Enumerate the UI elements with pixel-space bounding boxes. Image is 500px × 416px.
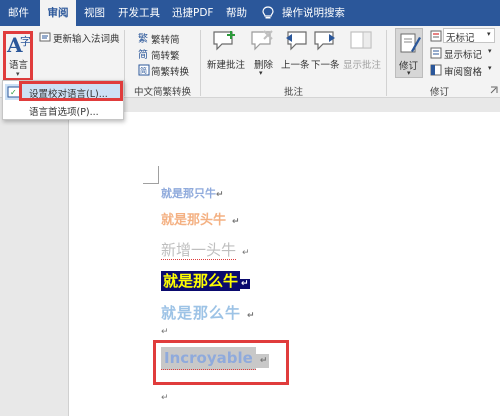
page-margin-mark (143, 166, 159, 184)
menu-item-label: 语言首选项(P)... (29, 107, 99, 118)
line-text: 就是那么牛 (161, 304, 242, 322)
delete-comment-icon (250, 29, 274, 56)
show-comments-button[interactable]: 显示批注 (343, 57, 381, 71)
to-simplified-button[interactable]: 繁转简 (151, 32, 180, 46)
language-button[interactable] (3, 31, 33, 81)
tell-me-search[interactable]: 操作说明搜索 (282, 0, 345, 26)
new-comment-icon (212, 29, 238, 56)
group-title-comments: 批注 (284, 87, 304, 98)
language-dropdown-menu: ✓ 设置校对语言(L)... 语言首选项(P)... (2, 80, 124, 120)
svg-text:繁: 繁 (138, 32, 148, 44)
delete-comment-button[interactable]: 删除 (254, 57, 273, 71)
document-line-4[interactable]: 就是那么牛 ↵ (161, 270, 250, 291)
update-ime-dictionary-button[interactable]: 更新输入法词典 (53, 31, 120, 45)
highlight-box-incroyable (153, 340, 289, 385)
dictionary-update-icon (39, 31, 51, 43)
tab-help[interactable]: 帮助 (226, 0, 247, 26)
chevron-down-icon: ▾ (407, 69, 411, 77)
menu-item-language-preferences[interactable]: 语言首选项(P)... (5, 102, 121, 118)
document-line-5[interactable]: 就是那么牛 ↵ (161, 302, 256, 323)
traditional-to-simplified-icon: 繁 (138, 32, 150, 47)
reviewing-pane-icon (430, 64, 442, 79)
document-line-1[interactable]: 就是那只牛↵ (161, 185, 224, 201)
chinese-conversion-button[interactable]: 简繁转换 (151, 64, 189, 78)
markup-display-select[interactable]: 无标记 ▾ (443, 28, 495, 44)
next-comment-icon (313, 29, 337, 56)
markup-display-value: 无标记 (446, 33, 475, 44)
previous-comment-button[interactable]: 上一条 (281, 57, 310, 71)
dialog-launcher-icon[interactable] (490, 86, 498, 97)
highlight-box-proofing-language (19, 81, 123, 101)
group-separator (200, 30, 201, 96)
group-separator (386, 30, 387, 96)
line-text: 就是那只牛 (161, 187, 216, 200)
empty-paragraph-mark: ↵ (161, 393, 169, 403)
track-changes-button[interactable]: 修订 ▾ (395, 28, 423, 78)
empty-paragraph-mark: ↵ (161, 327, 169, 337)
chevron-down-icon: ▾ (488, 64, 492, 72)
chevron-down-icon: ▾ (259, 69, 263, 77)
chevron-down-icon: ▾ (487, 30, 491, 38)
show-markup-button[interactable]: 显示标记 (444, 47, 482, 61)
tab-developer[interactable]: 开发工具 (118, 0, 160, 26)
paragraph-mark: ↵ (240, 279, 250, 289)
document-page[interactable]: 就是那只牛↵ 就是那头牛 ↵ 新增一头牛 ↵ 就是那么牛 ↵ 就是那么牛 ↵ ↵ Inc… (68, 112, 500, 416)
paragraph-mark: ↵ (232, 217, 240, 227)
group-separator (124, 30, 125, 96)
lightbulb-icon (262, 0, 276, 26)
paragraph-mark: ↵ (216, 190, 224, 200)
paragraph-mark: ↵ (242, 248, 250, 258)
previous-comment-icon (284, 29, 308, 56)
group-title-tracking: 修订 (430, 87, 450, 98)
svg-text:✓: ✓ (10, 88, 17, 97)
tab-mailings[interactable]: 邮件 (8, 0, 29, 26)
simplified-to-traditional-icon: 简 (138, 48, 150, 63)
markup-display-icon (430, 30, 442, 45)
tab-xunjie-pdf[interactable]: 迅捷PDF (172, 0, 213, 26)
line-text: 就是那头牛 (161, 213, 227, 228)
to-traditional-button[interactable]: 简转繁 (151, 48, 180, 62)
show-markup-icon (430, 47, 442, 62)
show-comments-icon (349, 29, 373, 56)
tab-review[interactable]: 审阅 (40, 0, 76, 26)
svg-text:简: 简 (140, 66, 147, 75)
next-comment-button[interactable]: 下一条 (311, 57, 340, 71)
ribbon-tab-bar: 邮件 审阅 视图 开发工具 迅捷PDF 帮助 操作说明搜索 (0, 0, 500, 26)
paragraph-mark: ↵ (247, 311, 256, 321)
track-changes-icon (400, 33, 421, 53)
new-comment-button[interactable]: 新建批注 (207, 57, 245, 71)
line-text-selected: 就是那么牛 (161, 271, 241, 291)
svg-text:简: 简 (138, 48, 148, 60)
line-text: 新增一头牛 (161, 241, 237, 260)
tab-view[interactable]: 视图 (84, 0, 105, 26)
chevron-down-icon: ▾ (488, 47, 492, 55)
group-title-chinese: 中文简繁转换 (134, 87, 192, 98)
reviewing-pane-button[interactable]: 审阅窗格 (444, 64, 482, 78)
chinese-convert-icon: 简 (138, 64, 150, 79)
document-line-3[interactable]: 新增一头牛 ↵ (161, 239, 250, 260)
document-line-2[interactable]: 就是那头牛 ↵ (161, 209, 240, 228)
